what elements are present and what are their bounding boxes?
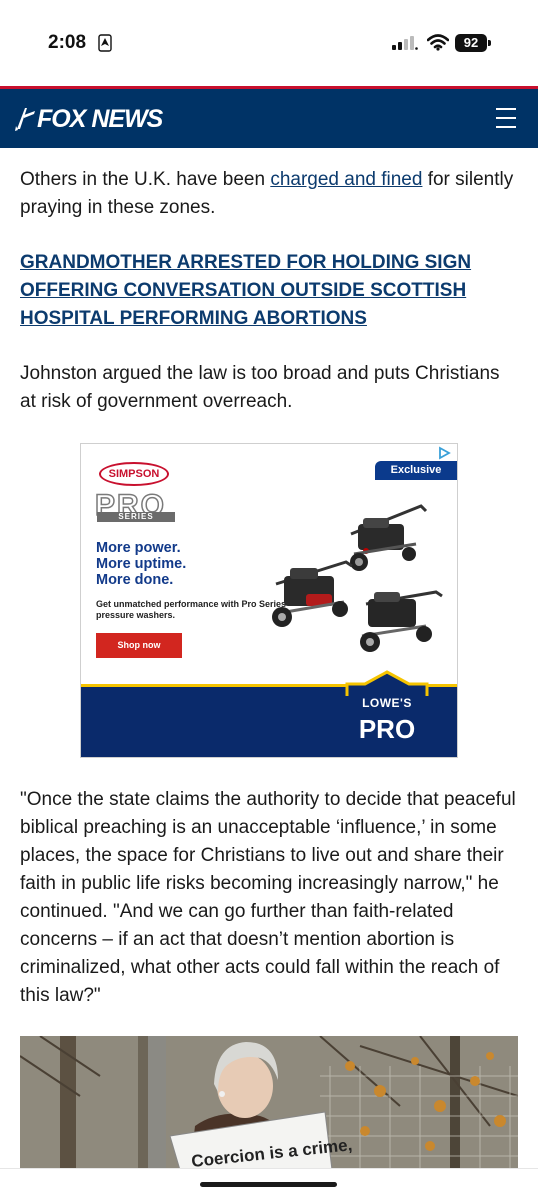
protester-photo-image: Coercion is a crime, [20, 1036, 518, 1170]
fox-logo-mark-icon [15, 108, 35, 131]
hamburger-menu-icon[interactable] [496, 108, 518, 128]
ad-headline-line-3: More done. [96, 572, 174, 588]
article-paragraph-1: Others in the U.K. have been charged and… [20, 166, 520, 222]
lowes-roof-logo-icon [345, 670, 429, 696]
ad-headline-line-1: More power. [96, 540, 181, 556]
wifi-icon [427, 34, 449, 51]
charged-and-fined-link[interactable]: charged and fined [270, 169, 422, 190]
series-label: SERIES [97, 512, 175, 522]
battery-tip [488, 40, 491, 46]
lowes-logo-text: LOWE'S [362, 696, 412, 710]
p1-text-before: Others in the U.K. have been [20, 169, 271, 190]
fox-news-logo[interactable]: FOX NEWS [14, 104, 163, 134]
home-indicator[interactable] [200, 1182, 337, 1187]
logo-text: FOX NEWS [37, 104, 163, 133]
related-article-link[interactable]: GRANDMOTHER ARRESTED FOR HOLDING SIGN OF… [20, 249, 490, 333]
simpson-logo: SIMPSON [99, 462, 169, 486]
article-photo[interactable]: Coercion is a crime, [20, 1036, 518, 1170]
battery-icon: 92 [455, 34, 487, 52]
shop-now-button[interactable]: Shop now [96, 633, 182, 658]
article-paragraph-2: Johnston argued the law is too broad and… [20, 363, 500, 412]
adchoices-icon[interactable] [437, 446, 451, 460]
location-icon [98, 34, 112, 52]
ad-headline: More power. More uptime. More done. [96, 540, 256, 588]
signal-icon [392, 36, 418, 50]
ad-exclusive-badge: Exclusive [375, 461, 457, 480]
article-paragraph-3: "Once the state claims the authority to … [20, 789, 516, 1006]
lowes-pro-text: PRO [358, 714, 416, 744]
ad-headline-line-2: More uptime. [96, 556, 187, 572]
advertisement[interactable]: Exclusive SIMPSON PRO SERIES More power.… [80, 443, 458, 758]
status-time: 2:08 [48, 32, 87, 53]
pressure-washers-image [272, 504, 443, 652]
